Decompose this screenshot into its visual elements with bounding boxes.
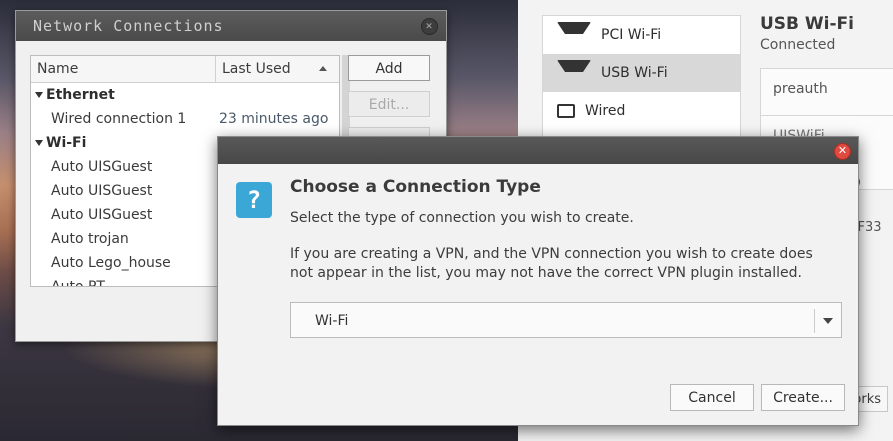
device-item-pci-wifi[interactable]: PCI Wi-Fi <box>543 16 740 54</box>
device-item-wired[interactable]: Wired <box>543 92 740 130</box>
column-header-last-used[interactable]: Last Used <box>216 56 339 82</box>
edit-button[interactable]: Edit... <box>348 91 430 117</box>
expander-icon[interactable] <box>35 140 43 146</box>
device-label: PCI Wi-Fi <box>601 27 662 43</box>
dialog-titlebar[interactable]: ✕ <box>218 137 858 164</box>
column-header-last-used-label: Last Used <box>222 61 291 77</box>
sort-ascending-icon <box>319 66 327 71</box>
wifi-icon <box>557 22 591 48</box>
create-button[interactable]: Create... <box>761 384 845 411</box>
device-label: Wired <box>585 103 626 119</box>
connection-name: Auto UISGuest <box>51 183 153 199</box>
cancel-button[interactable]: Cancel <box>670 384 754 411</box>
dialog-heading: Choose a Connection Type <box>290 177 541 197</box>
device-label: USB Wi-Fi <box>601 65 668 81</box>
tree-group-ethernet[interactable]: Ethernet <box>31 83 339 107</box>
group-label: Wi-Fi <box>46 135 87 151</box>
window-title: Network Connections <box>33 17 224 35</box>
chevron-down-icon[interactable] <box>823 318 833 324</box>
group-label: Ethernet <box>46 87 115 103</box>
wired-icon <box>557 104 575 118</box>
window-titlebar[interactable]: Network Connections ✕ <box>16 11 446 41</box>
wifi-icon <box>557 60 591 86</box>
connection-last-used: 23 minutes ago <box>219 111 329 127</box>
add-button[interactable]: Add <box>348 55 430 81</box>
device-title: USB Wi-Fi <box>760 14 854 34</box>
close-icon[interactable]: ✕ <box>421 18 438 35</box>
column-header-name[interactable]: Name <box>31 56 216 82</box>
tree-header: Name Last Used <box>31 56 339 83</box>
question-icon: ? <box>236 182 272 218</box>
expander-icon[interactable] <box>35 92 43 98</box>
dialog-text: Select the type of connection you wish t… <box>290 210 634 226</box>
connection-type-value: Wi-Fi <box>315 313 349 329</box>
dialog-vpn-note: If you are creating a VPN, and the VPN c… <box>290 246 813 281</box>
connection-name: Auto UISGuest <box>51 207 153 223</box>
choose-connection-type-dialog: ✕ ? Choose a Connection Type Select the … <box>217 136 859 426</box>
connection-type-select[interactable]: Wi-Fi <box>290 302 842 338</box>
connection-name: Auto trojan <box>51 231 129 247</box>
list-item[interactable]: Wired connection 1 23 minutes ago <box>31 107 339 131</box>
connection-name: Auto Lego_house <box>51 255 171 271</box>
connection-name: Wired connection 1 <box>51 111 187 127</box>
connection-name: Auto UISGuest <box>51 159 153 175</box>
device-item-usb-wifi[interactable]: USB Wi-Fi <box>543 54 740 92</box>
close-icon[interactable]: ✕ <box>834 143 851 160</box>
connection-name: Auto PT... <box>51 279 117 287</box>
network-name[interactable]: preauth <box>773 81 828 97</box>
combo-separator <box>814 309 815 333</box>
device-status: Connected <box>760 37 836 53</box>
